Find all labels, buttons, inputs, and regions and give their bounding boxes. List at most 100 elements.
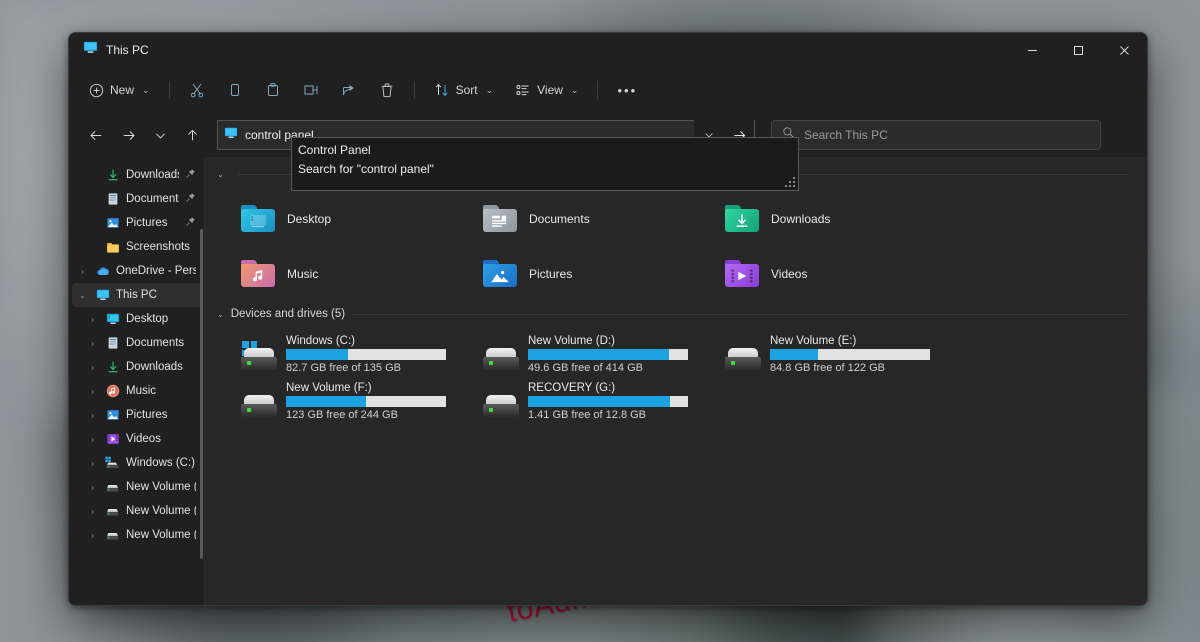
sidebar-item-new-volume-f[interactable]: ›New Volume (F:) [72, 523, 202, 547]
drive-capacity-fill [286, 349, 348, 360]
drive-item[interactable]: New Volume (D:)49.6 GB free of 414 GB [461, 331, 703, 378]
drive-item[interactable]: New Volume (E:)84.8 GB free of 122 GB [703, 331, 945, 378]
drive-icon [725, 346, 761, 372]
view-button[interactable]: View ⌄ [505, 74, 588, 106]
sidebar-item-label: Pictures [126, 217, 168, 229]
folder-name: Documents [529, 212, 590, 226]
sidebar-item-downloads[interactable]: Downloads [72, 163, 202, 187]
folder-item[interactable]: Downloads [703, 191, 945, 246]
suggestion-item[interactable]: Control Panel [292, 140, 798, 159]
drives-group-header[interactable]: ⌄ Devices and drives (5) [205, 303, 1147, 325]
up-button[interactable] [177, 120, 207, 150]
sidebar-item-screenshots[interactable]: Screenshots [72, 235, 202, 259]
sidebar-item-label: Windows (C:) [126, 457, 195, 469]
pictures-icon [105, 216, 120, 231]
cut-button[interactable] [179, 74, 215, 106]
chevron-right-icon[interactable]: › [76, 267, 89, 276]
explorer-tab[interactable]: This PC [69, 40, 149, 60]
drive-item[interactable]: Windows (C:)82.7 GB free of 135 GB [219, 331, 461, 378]
rename-button[interactable] [293, 74, 329, 106]
folder-tree: DownloadsDocuments Pictures Screenshots›On… [69, 163, 205, 547]
paste-button[interactable] [255, 74, 291, 106]
drive-capacity-fill [770, 349, 818, 360]
chevron-right-icon[interactable]: › [86, 363, 99, 372]
folder-item[interactable]: Videos [703, 246, 945, 301]
desktop-folder-icon [241, 205, 275, 232]
view-button-label: View [537, 83, 563, 97]
pin-icon[interactable] [185, 192, 196, 206]
chevron-right-icon[interactable]: › [86, 411, 99, 420]
sidebar-item-new-volume-e[interactable]: ›New Volume (E:) [72, 499, 202, 523]
drive-name: Windows (C:) [286, 335, 446, 347]
sidebar-item-label: This PC [116, 289, 157, 301]
sidebar-item-pictures[interactable]: Pictures [72, 211, 202, 235]
chevron-right-icon[interactable]: › [86, 315, 99, 324]
folder-item[interactable]: Pictures [461, 246, 703, 301]
folder-item[interactable]: Desktop [219, 191, 461, 246]
chevron-right-icon[interactable]: › [86, 435, 99, 444]
new-button[interactable]: New ⌄ [79, 74, 160, 106]
sidebar-item-label: Music [126, 385, 156, 397]
sidebar-item-desktop[interactable]: ›Desktop [72, 307, 202, 331]
drive-icon [105, 528, 120, 543]
sidebar-item-documents[interactable]: Documents [72, 187, 202, 211]
sidebar-item-new-volume-d[interactable]: ›New Volume (D:) [72, 475, 202, 499]
sidebar-item-pictures[interactable]: › Pictures [72, 403, 202, 427]
drive-capacity-fill [528, 349, 669, 360]
suggestion-item[interactable]: Search for "control panel" [292, 159, 798, 178]
window-controls [1009, 33, 1147, 67]
copy-button[interactable] [217, 74, 253, 106]
navigation-pane: DownloadsDocuments Pictures Screenshots›On… [69, 157, 205, 606]
chevron-right-icon[interactable]: › [86, 507, 99, 516]
copy-icon [227, 82, 243, 98]
back-button[interactable] [81, 120, 111, 150]
sidebar-scrollbar[interactable] [200, 229, 203, 559]
sidebar-item-windows-c[interactable]: › Windows (C:) [72, 451, 202, 475]
chevron-right-icon[interactable]: › [86, 459, 99, 468]
folder-item[interactable]: Documents [461, 191, 703, 246]
view-icon [515, 82, 531, 98]
drives-grid: Windows (C:)82.7 GB free of 135 GBNew Vo… [205, 325, 1147, 425]
divider [169, 81, 170, 99]
drive-item[interactable]: RECOVERY (G:)1.41 GB free of 12.8 GB [461, 378, 703, 425]
chevron-right-icon[interactable]: › [86, 339, 99, 348]
forward-button[interactable] [113, 120, 143, 150]
sidebar-item-videos[interactable]: › Videos [72, 427, 202, 451]
sidebar-item-downloads[interactable]: ›Downloads [72, 355, 202, 379]
pin-icon[interactable] [185, 168, 196, 182]
sidebar-item-this-pc[interactable]: ⌄ This PC [72, 283, 202, 307]
folder-item[interactable]: Music [219, 246, 461, 301]
close-button[interactable] [1101, 33, 1147, 67]
pin-icon[interactable] [185, 216, 196, 230]
search-box[interactable]: Search This PC [771, 120, 1101, 150]
sidebar-item-label: Pictures [126, 409, 168, 421]
drive-name: New Volume (D:) [528, 335, 688, 347]
more-options-button[interactable]: ••• [607, 74, 647, 106]
resize-grip[interactable] [785, 177, 795, 187]
drive-capacity-bar [286, 396, 446, 407]
sidebar-item-music[interactable]: › Music [72, 379, 202, 403]
rename-icon [303, 82, 319, 98]
recent-locations-button[interactable] [145, 120, 175, 150]
chevron-right-icon[interactable]: › [86, 483, 99, 492]
share-button[interactable] [331, 74, 367, 106]
group-rule [352, 314, 1129, 315]
chevron-down-icon[interactable]: ⌄ [76, 291, 89, 300]
sidebar-item-onedrive-person[interactable]: ›OneDrive - Person [72, 259, 202, 283]
maximize-button[interactable] [1055, 33, 1101, 67]
sort-button[interactable]: Sort ⌄ [424, 74, 504, 106]
music-icon [105, 384, 120, 399]
divider [597, 81, 598, 99]
chevron-right-icon[interactable]: › [86, 387, 99, 396]
minimize-button[interactable] [1009, 33, 1055, 67]
drive-item[interactable]: New Volume (F:)123 GB free of 244 GB [219, 378, 461, 425]
delete-button[interactable] [369, 74, 405, 106]
sidebar-item-label: Videos [126, 433, 161, 445]
new-button-label: New [110, 83, 134, 97]
explorer-body: DownloadsDocumentsPicturesScreenshots›On… [69, 157, 1147, 606]
documents-folder-icon [483, 205, 517, 232]
this-pc-icon [83, 40, 98, 60]
drive-free-space-label: 84.8 GB free of 122 GB [770, 362, 930, 374]
chevron-right-icon[interactable]: › [86, 531, 99, 540]
sidebar-item-documents[interactable]: ›Documents [72, 331, 202, 355]
